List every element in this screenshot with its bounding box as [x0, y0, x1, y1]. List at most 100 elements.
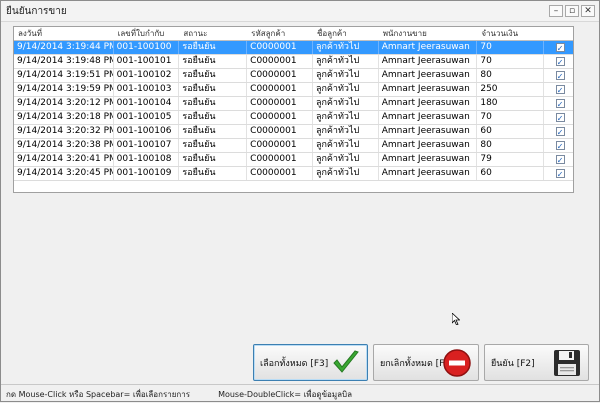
row-checkbox[interactable]: ✓	[555, 85, 565, 95]
row-checkbox[interactable]: ✓	[555, 141, 565, 151]
table-row[interactable]: 9/14/2014 3:19:59 PM 001-100103 รอยืนยัน C0…	[14, 83, 573, 97]
cell-salesperson: Amnart Jeerasuwan	[379, 111, 478, 124]
cell-status: รอยืนยัน	[179, 69, 248, 82]
select-all-button[interactable]: เลือกทั้งหมด [F3]	[253, 344, 368, 381]
cell-customer-name: ลูกค้าทั่วไป	[313, 153, 379, 166]
sales-grid[interactable]: ลงวันที่ เลขที่ใบกำกับ สถานะ รหัสลูกค้า ชื่อ…	[13, 26, 574, 193]
cell-invoice: 001-100108	[114, 153, 180, 166]
cell-date: 9/14/2014 3:20:12 PM	[14, 97, 114, 110]
row-checkbox[interactable]: ✓	[555, 57, 565, 67]
grid-body: 9/14/2014 3:19:44 PM 001-100100 รอยืนยัน C0…	[14, 41, 573, 181]
header-customer-code[interactable]: รหัสลูกค้า	[247, 27, 313, 40]
cell-date: 9/14/2014 3:20:38 PM	[14, 139, 114, 152]
confirm-button[interactable]: ยืนยัน [F2]	[484, 344, 589, 381]
cell-invoice: 001-100106	[114, 125, 180, 138]
cell-salesperson: Amnart Jeerasuwan	[379, 97, 478, 110]
table-row[interactable]: 9/14/2014 3:20:32 PM 001-100106 รอยืนยัน C0…	[14, 125, 573, 139]
header-invoice[interactable]: เลขที่ใบกำกับ	[114, 27, 180, 40]
grid-header: ลงวันที่ เลขที่ใบกำกับ สถานะ รหัสลูกค้า ชื่อ…	[14, 27, 573, 41]
cell-invoice: 001-100109	[114, 167, 180, 180]
cell-amount: 70	[477, 111, 545, 124]
cell-amount: 70	[477, 55, 545, 68]
cell-status: รอยืนยัน	[179, 153, 248, 166]
cell-customer-name: ลูกค้าทั่วไป	[313, 83, 379, 96]
cell-check: ✓	[544, 111, 573, 124]
cell-salesperson: Amnart Jeerasuwan	[379, 69, 478, 82]
select-all-label: เลือกทั้งหมด [F3]	[260, 358, 329, 369]
table-row[interactable]: 9/14/2014 3:19:51 PM 001-100102 รอยืนยัน C0…	[14, 69, 573, 83]
table-row[interactable]: 9/14/2014 3:20:45 PM 001-100109 รอยืนยัน C0…	[14, 167, 573, 181]
row-checkbox[interactable]: ✓	[555, 99, 565, 109]
table-row[interactable]: 9/14/2014 3:20:12 PM 001-100104 รอยืนยัน C0…	[14, 97, 573, 111]
cell-check: ✓	[544, 153, 573, 166]
cell-amount: 80	[477, 139, 545, 152]
red-minus-icon	[443, 349, 471, 377]
table-row[interactable]: 9/14/2014 3:20:18 PM 001-100105 รอยืนยัน C0…	[14, 111, 573, 125]
window-controls: – ▫ ✕	[549, 5, 599, 17]
cell-customer-code: C0000001	[247, 41, 313, 54]
row-checkbox[interactable]: ✓	[555, 169, 565, 179]
cell-date: 9/14/2014 3:20:32 PM	[14, 125, 114, 138]
table-row[interactable]: 9/14/2014 3:19:44 PM 001-100100 รอยืนยัน C0…	[14, 41, 573, 55]
cell-customer-code: C0000001	[247, 125, 313, 138]
cell-salesperson: Amnart Jeerasuwan	[379, 153, 478, 166]
cell-salesperson: Amnart Jeerasuwan	[379, 139, 478, 152]
cell-customer-code: C0000001	[247, 55, 313, 68]
title-bar: ยืนยันการขาย – ▫ ✕	[1, 1, 599, 22]
cell-amount: 60	[477, 125, 545, 138]
confirm-sale-window: ยืนยันการขาย – ▫ ✕ ลงวันที่ เลขที่ใบกำกับ…	[0, 0, 600, 402]
confirm-label: ยืนยัน [F2]	[491, 358, 535, 369]
cell-date: 9/14/2014 3:20:45 PM	[14, 167, 114, 180]
cell-invoice: 001-100103	[114, 83, 180, 96]
cell-invoice: 001-100102	[114, 69, 180, 82]
row-checkbox[interactable]: ✓	[555, 43, 565, 53]
cell-customer-code: C0000001	[247, 111, 313, 124]
row-checkbox[interactable]: ✓	[555, 113, 565, 123]
cell-date: 9/14/2014 3:20:41 PM	[14, 153, 114, 166]
cell-check: ✓	[544, 55, 573, 68]
cell-customer-name: ลูกค้าทั่วไป	[313, 41, 379, 54]
header-customer-name[interactable]: ชื่อลูกค้า	[313, 27, 379, 40]
row-checkbox[interactable]: ✓	[555, 155, 565, 165]
row-checkbox[interactable]: ✓	[555, 127, 565, 137]
minimize-button[interactable]: –	[549, 5, 563, 17]
header-salesperson[interactable]: พนักงานขาย	[379, 27, 478, 40]
cell-check: ✓	[544, 83, 573, 96]
green-checkmark-icon	[333, 350, 359, 373]
header-date[interactable]: ลงวันที่	[14, 27, 114, 40]
cell-salesperson: Amnart Jeerasuwan	[379, 41, 478, 54]
cell-date: 9/14/2014 3:19:44 PM	[14, 41, 114, 54]
cell-date: 9/14/2014 3:19:59 PM	[14, 83, 114, 96]
table-row[interactable]: 9/14/2014 3:19:48 PM 001-100101 รอยืนยัน C0…	[14, 55, 573, 69]
cell-status: รอยืนยัน	[179, 55, 248, 68]
cell-amount: 80	[477, 69, 545, 82]
header-amount[interactable]: จำนวนเงิน	[477, 27, 544, 40]
close-button[interactable]: ✕	[581, 5, 595, 17]
cell-invoice: 001-100105	[114, 111, 180, 124]
cell-amount: 70	[477, 41, 545, 54]
row-checkbox[interactable]: ✓	[555, 71, 565, 81]
status-bar: กด Mouse-Click หรือ Spacebar= เพื่อเลือก…	[1, 384, 599, 403]
restore-button[interactable]: ▫	[565, 5, 579, 17]
status-hint-double: Mouse-DoubleClick= เพื่อดูข้อมูลบิล	[218, 389, 352, 399]
cell-invoice: 001-100107	[114, 139, 180, 152]
header-status[interactable]: สถานะ	[179, 27, 247, 40]
cell-amount: 60	[477, 167, 545, 180]
cell-date: 9/14/2014 3:19:48 PM	[14, 55, 114, 68]
cell-customer-name: ลูกค้าทั่วไป	[313, 111, 379, 124]
cell-customer-name: ลูกค้าทั่วไป	[313, 139, 379, 152]
save-disk-icon	[554, 350, 580, 376]
cell-check: ✓	[544, 125, 573, 138]
table-row[interactable]: 9/14/2014 3:20:41 PM 001-100108 รอยืนยัน C0…	[14, 153, 573, 167]
table-row[interactable]: 9/14/2014 3:20:38 PM 001-100107 รอยืนยัน C0…	[14, 139, 573, 153]
cell-amount: 180	[477, 97, 545, 110]
cell-customer-code: C0000001	[247, 139, 313, 152]
header-check[interactable]	[544, 27, 573, 40]
cell-customer-code: C0000001	[247, 167, 313, 180]
cancel-all-button[interactable]: ยกเลิกทั้งหมด [F4]	[373, 344, 479, 381]
cell-customer-code: C0000001	[247, 153, 313, 166]
cell-invoice: 001-100100	[114, 41, 180, 54]
cell-date: 9/14/2014 3:20:18 PM	[14, 111, 114, 124]
cell-status: รอยืนยัน	[179, 167, 248, 180]
mouse-cursor-icon	[452, 313, 460, 325]
